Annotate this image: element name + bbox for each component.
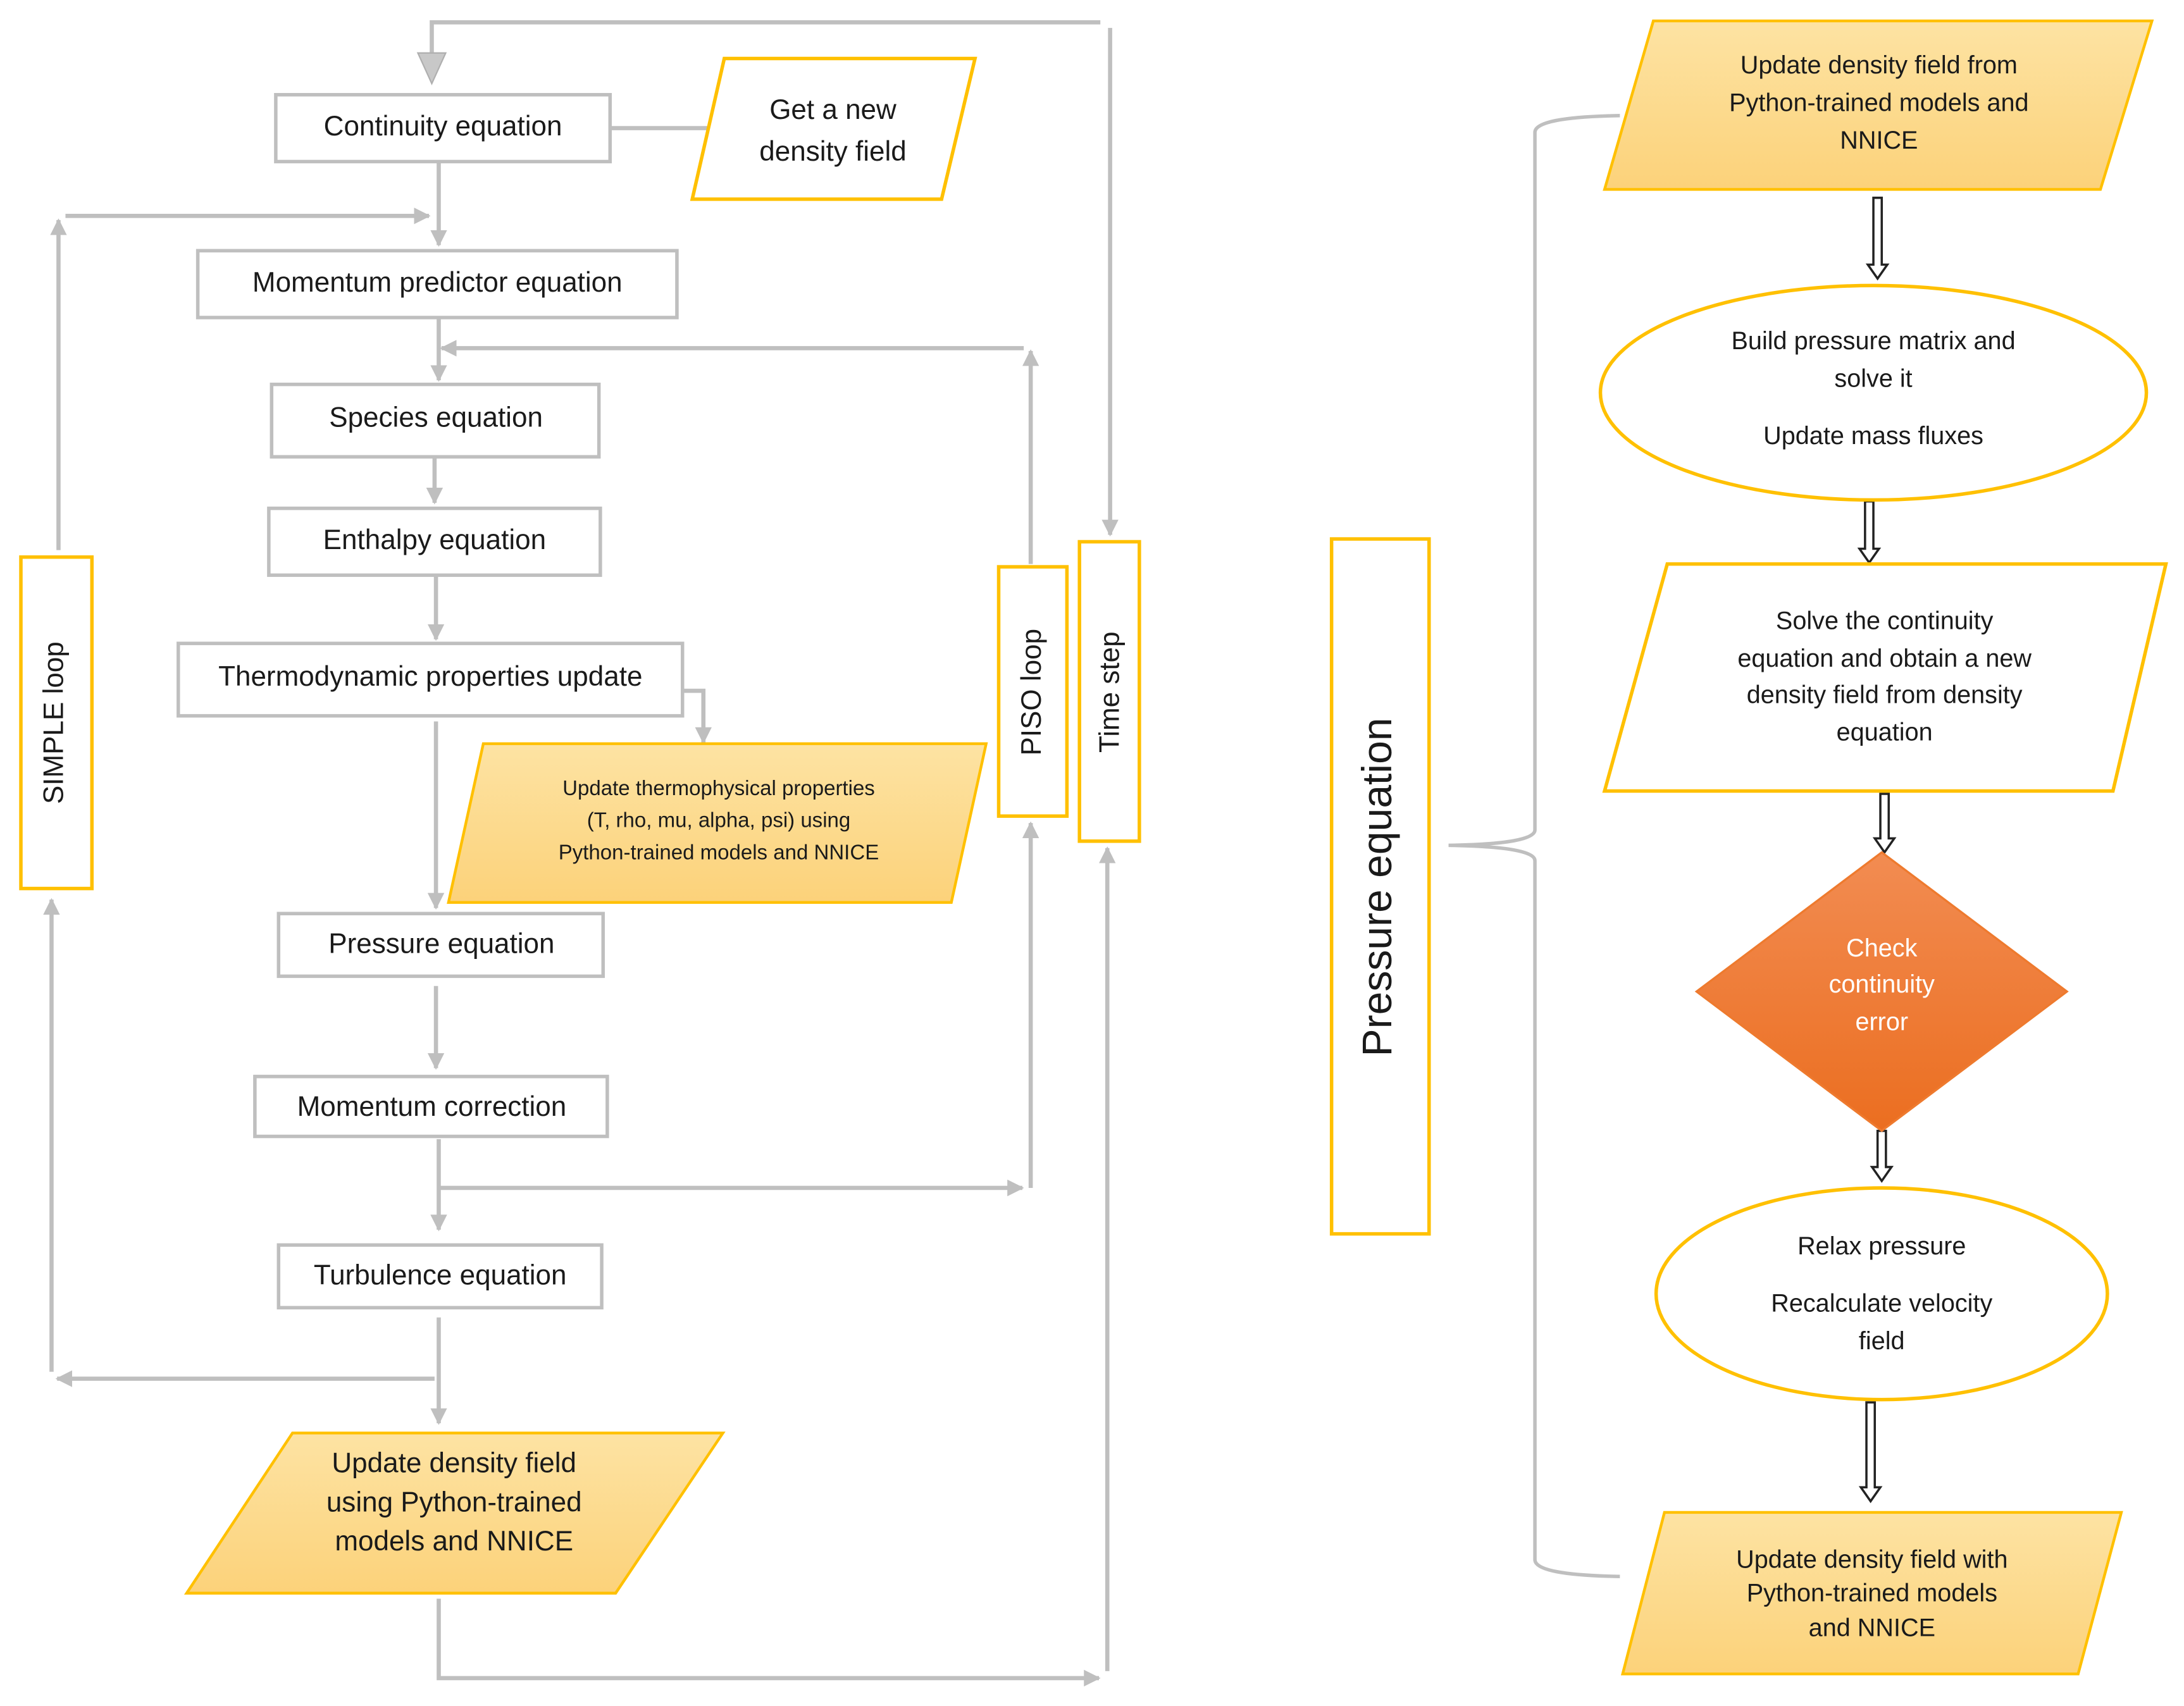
update-density-bottom-label: Python-trained models [1747,1579,1997,1607]
update-density-bottom-label: and NNICE [1809,1614,1935,1641]
flowchart: Continuity equation Get a new density fi… [19,19,2168,1687]
check-label: error [1855,1008,1908,1036]
simple-loop-box: SIMPLE loop [19,555,94,891]
check-continuity-diamond: Check continuity error [1694,851,2069,1132]
relax-label: field [1859,1327,1905,1355]
build-pressure-label: Build pressure matrix and [1732,327,2016,355]
update-density-bottom-label: Update density field with [1736,1545,2007,1573]
pressure-box: Pressure equation [276,912,605,979]
continuity-label: Continuity equation [324,111,562,142]
check-label: continuity [1829,970,1935,998]
update-density-box: Update density field using Python-traine… [183,1431,726,1595]
update-density-label: using Python-trained [326,1487,582,1517]
continuity-box: Continuity equation [274,93,612,164]
piso-loop-box: PISO loop [996,565,1069,818]
turbulence-box: Turbulence equation [276,1243,604,1310]
enthalpy-label: Enthalpy equation [323,524,546,555]
pressure-equation-label: Pressure equation [1353,717,1400,1056]
momentum-predictor-label: Momentum predictor equation [252,267,623,298]
new-density-label: density field [759,136,906,167]
update-density-top-label: NNICE [1840,127,1918,154]
time-step-box: Time step [1077,540,1141,843]
build-pressure-ellipse: Build pressure matrix and solve it Updat… [1598,283,2149,502]
new-density-label: Get a new [769,94,897,125]
new-density-box: Get a new density field [690,56,977,201]
thermo-box: Thermodynamic properties update [177,641,685,718]
update-density-label: Update density field [332,1448,576,1479]
solve-continuity-box: Solve the continuity equation and obtain… [1602,562,2168,793]
momentum-predictor-box: Momentum predictor equation [195,249,679,319]
momentum-correction-label: Momentum correction [297,1091,567,1122]
turbulence-label: Turbulence equation [314,1259,567,1290]
thermophysical-label: Update thermophysical properties [562,776,875,800]
time-step-label: Time step [1094,631,1125,753]
update-density-top-box: Update density field from Python-trained… [1603,19,2154,191]
arrowhead-large [416,52,447,85]
build-pressure-label: Update mass fluxes [1763,422,1983,450]
pressure-label: Pressure equation [328,929,554,960]
relax-ellipse: Relax pressure Recalculate velocity fiel… [1654,1186,2109,1402]
update-density-top-label: Python-trained models and [1729,89,2028,117]
thermophysical-label: (T, rho, mu, alpha, psi) using [587,808,851,832]
brace [1448,114,1620,1578]
update-density-top-label: Update density field from [1740,51,2018,79]
solve-continuity-label: equation [1837,719,1933,746]
check-label: Check [1846,934,1917,962]
species-box: Species equation [270,382,601,459]
solve-continuity-label: density field from density [1747,681,2023,708]
simple-loop-label: SIMPLE loop [39,641,70,804]
update-density-label: models and NNICE [335,1526,573,1557]
solve-continuity-label: Solve the continuity [1776,607,1994,635]
relax-label: Recalculate velocity [1771,1289,1992,1317]
thermophysical-box: Update thermophysical properties (T, rho… [447,742,988,904]
thermo-label: Thermodynamic properties update [218,661,642,692]
update-density-bottom-box: Update density field with Python-trained… [1620,1511,2123,1676]
piso-loop-label: PISO loop [1016,629,1047,756]
pressure-equation-panel: Pressure equation [1329,537,1431,1236]
thermophysical-label: Python-trained models and NNICE [559,840,879,863]
enthalpy-box: Enthalpy equation [267,506,602,578]
species-label: Species equation [329,402,543,433]
relax-label: Relax pressure [1797,1232,1966,1260]
momentum-correction-box: Momentum correction [253,1075,609,1139]
solve-continuity-label: equation and obtain a new [1737,645,2032,672]
build-pressure-label: solve it [1834,365,1912,393]
